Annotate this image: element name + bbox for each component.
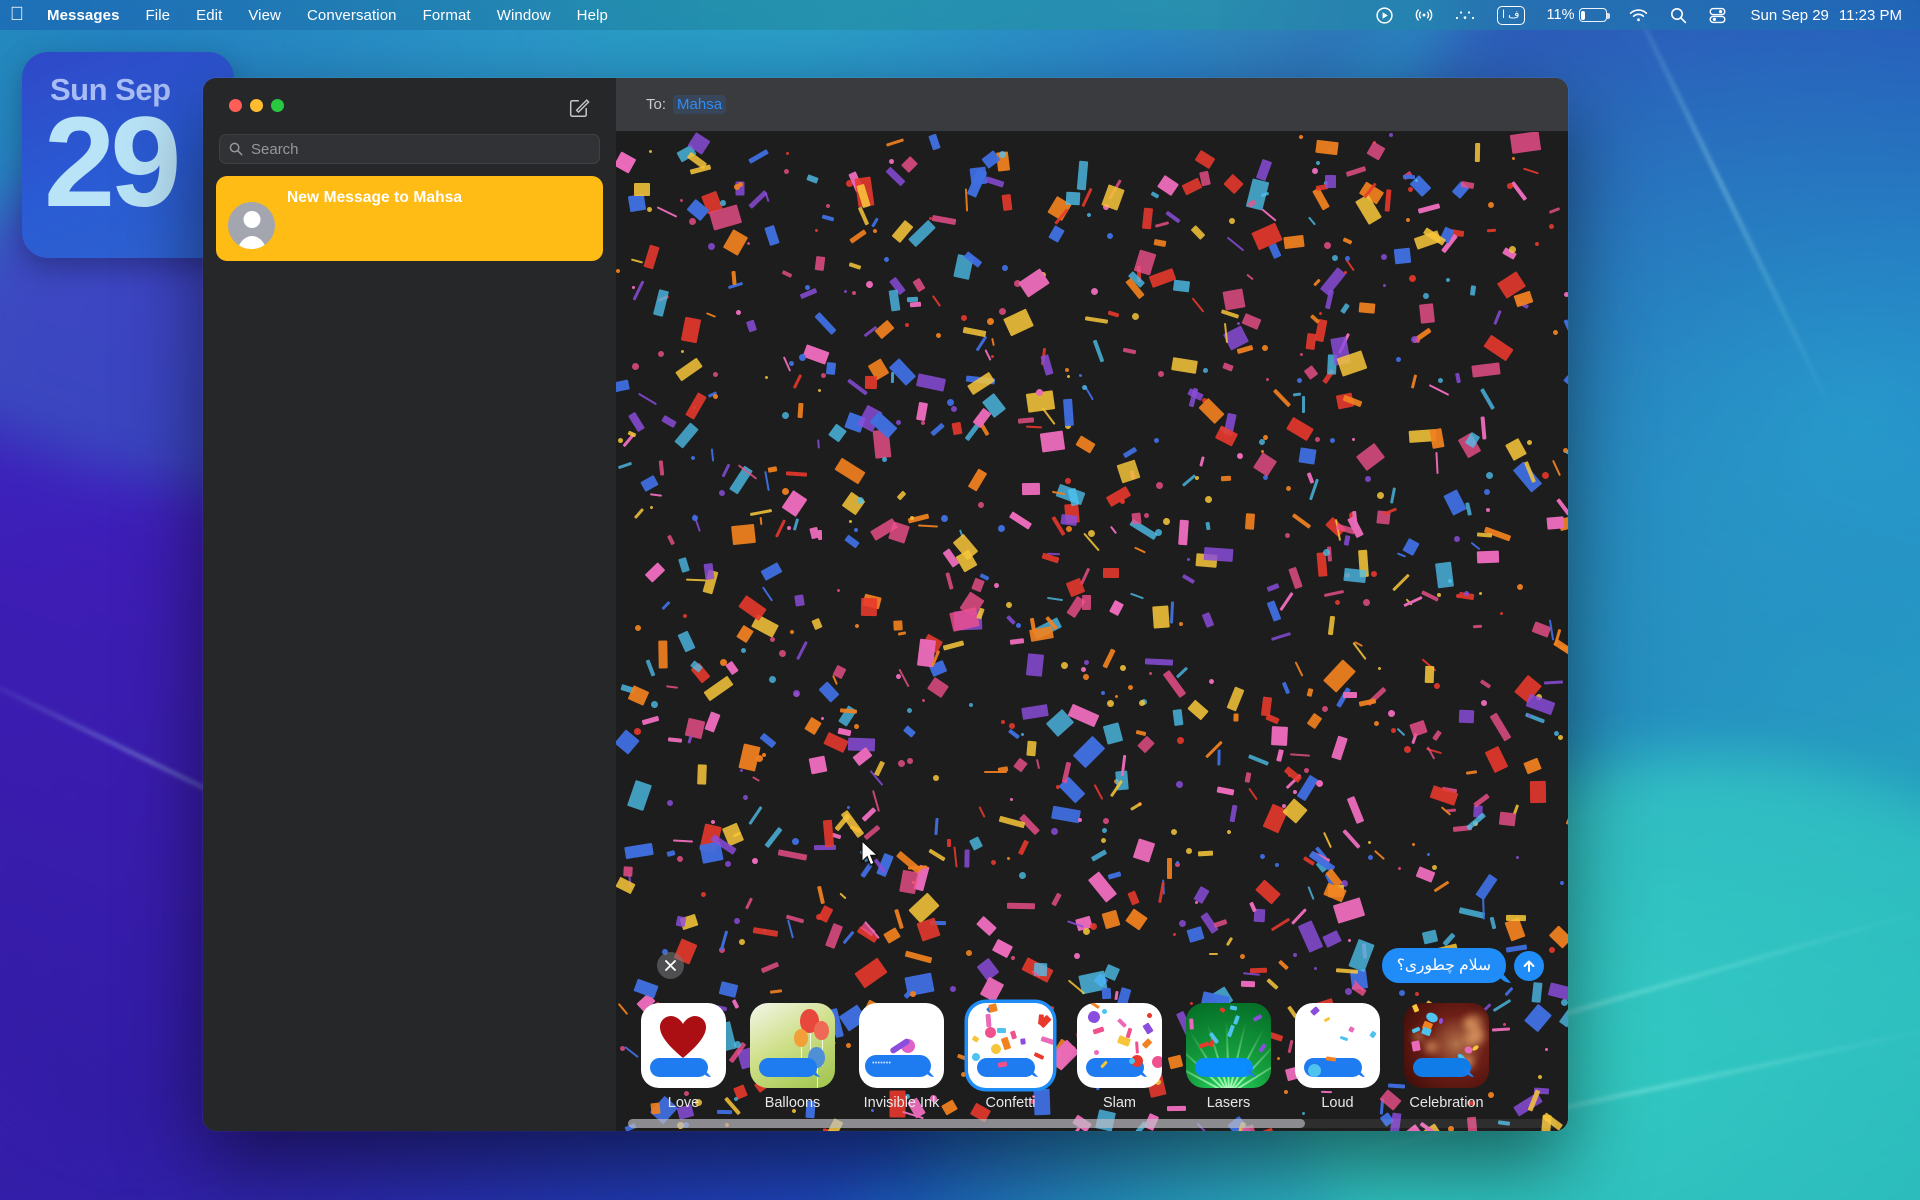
slam-effect-thumbnail[interactable] — [1077, 1003, 1162, 1088]
conversation-list[interactable]: New Message to Mahsa — [203, 164, 616, 1131]
recipient-token[interactable]: Mahsa — [673, 95, 727, 114]
effect-option-loud[interactable]: Loud — [1295, 1003, 1380, 1111]
mouse-cursor — [861, 840, 879, 866]
search-input[interactable]: Search — [219, 134, 600, 164]
invisible-ink-effect-thumbnail[interactable]: ••••••• — [859, 1003, 944, 1088]
effects-tray-scrollbar[interactable] — [616, 1115, 1568, 1131]
list-item[interactable]: New Message to Mahsa — [216, 176, 603, 261]
menu-item-edit[interactable]: Edit — [183, 0, 235, 30]
send-arrow-up-icon — [1523, 960, 1535, 972]
effect-label: Love — [667, 1095, 700, 1111]
lasers-effect-thumbnail[interactable] — [1186, 1003, 1271, 1088]
effect-preview-stage: سلام چطوری؟ Love Balloons ••••••• Invisible… — [616, 132, 1568, 1131]
spotlight-search-icon[interactable] — [1659, 0, 1698, 30]
avatar — [228, 202, 275, 249]
conversations-sidebar: Search New Message to Mahsa — [203, 78, 616, 1131]
search-icon — [229, 142, 243, 156]
sidebar-search-wrapper: Search — [203, 134, 616, 164]
effect-label: Lasers — [1206, 1095, 1251, 1111]
battery-icon — [1578, 8, 1610, 22]
effect-label: Balloons — [764, 1095, 821, 1111]
siri-waveform-icon[interactable] — [1444, 0, 1486, 30]
menu-item-conversation[interactable]: Conversation — [294, 0, 410, 30]
menu-item-file[interactable]: File — [133, 0, 184, 30]
effect-option-love[interactable]: Love — [641, 1003, 726, 1111]
search-placeholder: Search — [251, 140, 299, 158]
effects-strip[interactable]: Love Balloons ••••••• Invisible Ink Confetti… — [616, 981, 1568, 1115]
menu-item-help[interactable]: Help — [564, 0, 621, 30]
close-effects-button[interactable] — [657, 952, 684, 979]
effect-label: Loud — [1321, 1095, 1354, 1111]
effect-label: Confetti — [985, 1095, 1036, 1111]
effect-option-lasers[interactable]: Lasers — [1186, 1003, 1271, 1111]
airplay-broadcast-icon[interactable] — [1404, 0, 1444, 30]
maximize-window-button[interactable] — [271, 99, 284, 112]
conversation-panel: To: Mahsa سلام چطوری؟ Love Balloons •••••• — [616, 78, 1568, 1131]
macos-menu-bar:  Messages File Edit View Conversation F… — [0, 0, 1920, 30]
effect-option-slam[interactable]: Slam — [1077, 1003, 1162, 1111]
to-label: To: — [646, 96, 667, 113]
control-center-icon[interactable] — [1698, 0, 1737, 30]
close-window-button[interactable] — [229, 99, 242, 112]
effect-option-balloons[interactable]: Balloons — [750, 1003, 835, 1111]
love-heart-effect-thumbnail[interactable] — [641, 1003, 726, 1088]
effect-option-celebration[interactable]: Celebration — [1404, 1003, 1489, 1111]
menu-item-format[interactable]: Format — [410, 0, 484, 30]
conversation-title: New Message to Mahsa — [287, 189, 463, 206]
scrollbar-track[interactable] — [628, 1118, 1556, 1128]
effects-picker-tray: Love Balloons ••••••• Invisible Ink Confetti… — [616, 981, 1568, 1131]
input-source-indicator[interactable]: ف ا — [1486, 0, 1536, 30]
loud-effect-thumbnail[interactable] — [1295, 1003, 1380, 1088]
outgoing-message-row: سلام چطوری؟ — [1381, 948, 1544, 983]
menubar-date: Sun Sep 29 — [1750, 6, 1829, 24]
celebration-effect-thumbnail[interactable] — [1404, 1003, 1489, 1088]
confetti-effect-thumbnail[interactable] — [968, 1003, 1053, 1088]
effect-label: Invisible Ink — [863, 1095, 940, 1111]
effect-label: Celebration — [1409, 1095, 1484, 1111]
effect-label: Slam — [1102, 1095, 1137, 1111]
minimize-window-button[interactable] — [250, 99, 263, 112]
menu-item-view[interactable]: View — [235, 0, 294, 30]
effect-option-invisible-ink[interactable]: ••••••• Invisible Ink — [859, 1003, 944, 1111]
input-source-label: ف ا — [1497, 5, 1525, 25]
close-x-icon — [665, 960, 676, 971]
sidebar-titlebar[interactable] — [203, 78, 616, 134]
play-circle-icon[interactable] — [1365, 0, 1404, 30]
outgoing-message-bubble[interactable]: سلام چطوری؟ — [1381, 948, 1506, 983]
compose-new-message-icon[interactable] — [564, 92, 594, 122]
recipient-field-row[interactable]: To: Mahsa — [616, 78, 1568, 132]
messages-app-window: Search New Message to Mahsa To: Mahsa سل… — [203, 78, 1568, 1131]
calendar-widget-day-number: 29 — [44, 91, 181, 234]
menubar-clock[interactable]: Sun Sep 29 11:23 PM — [1737, 7, 1913, 24]
menu-item-window[interactable]: Window — [484, 0, 564, 30]
battery-status[interactable]: 11% — [1536, 0, 1618, 30]
balloons-effect-thumbnail[interactable] — [750, 1003, 835, 1088]
apple-logo-icon[interactable]:  — [0, 5, 34, 26]
menubar-time: 11:23 PM — [1838, 6, 1902, 24]
menu-item-messages[interactable]: Messages — [34, 0, 133, 30]
effect-option-confetti[interactable]: Confetti — [968, 1003, 1053, 1111]
battery-percent-label: 11% — [1546, 7, 1575, 23]
scrollbar-thumb[interactable] — [628, 1118, 1306, 1128]
wifi-icon[interactable] — [1618, 0, 1659, 30]
send-message-button[interactable] — [1514, 950, 1544, 981]
window-traffic-lights — [229, 99, 284, 112]
